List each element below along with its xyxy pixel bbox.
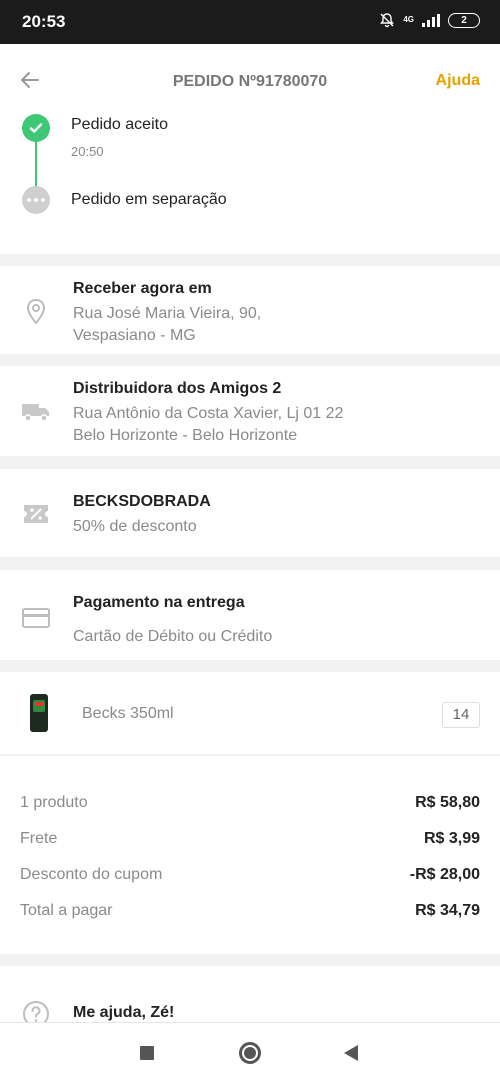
payment-title: Pagamento na entrega (73, 594, 245, 611)
summary-row: Total a pagar R$ 34,79 (20, 902, 480, 920)
store-card[interactable]: Distribuidora dos Amigos 2 Rua Antônio d… (0, 366, 500, 456)
battery-icon: 2 (448, 12, 480, 28)
status-bar: 20:53 4G 2 (0, 0, 500, 44)
help-card[interactable]: Me ajuda, Zé! (0, 966, 500, 1027)
coupon-icon (20, 498, 52, 530)
recent-apps-icon[interactable] (140, 1046, 154, 1060)
summary-row: Frete R$ 3,99 (20, 830, 480, 848)
summary-row: Desconto do cupom -R$ 28,00 (20, 866, 480, 884)
check-icon (22, 114, 50, 142)
summary-label: 1 produto (20, 794, 88, 811)
coupon-description: 50% de desconto (73, 518, 197, 535)
signal-icon (422, 13, 440, 27)
delivery-address-line2: Vespasiano - MG (73, 327, 196, 344)
status-icons: 4G 2 (379, 12, 480, 28)
system-back-icon[interactable] (344, 1045, 358, 1061)
location-pin-icon (20, 296, 52, 328)
summary-value: R$ 3,99 (423, 830, 480, 847)
delivery-title: Receber agora em (73, 280, 212, 297)
more-dots-icon (22, 186, 50, 214)
summary-value: -R$ 28,00 (409, 866, 480, 883)
network-type: 4G (403, 15, 414, 24)
summary-row: 1 produto R$ 58,80 (20, 794, 480, 812)
help-button[interactable]: Ajuda (436, 72, 480, 90)
card-icon (20, 602, 52, 634)
coupon-code: BECKSDOBRADA (73, 493, 211, 510)
timeline-step-time: 20:50 (71, 144, 104, 159)
truck-icon (20, 396, 52, 428)
payment-method: Cartão de Débito ou Crédito (73, 628, 273, 645)
product-quantity: 14 (442, 702, 480, 728)
product-row[interactable]: Becks 350ml 14 (0, 672, 500, 754)
summary-label: Desconto do cupom (20, 866, 163, 883)
system-nav-bar (0, 1022, 500, 1082)
product-name: Becks 350ml (82, 705, 174, 722)
summary-label: Frete (20, 830, 58, 847)
battery-level: 2 (461, 14, 467, 26)
order-summary: 1 produto R$ 58,80 Frete R$ 3,99 Descont… (0, 756, 500, 954)
order-status-timeline: Pedido aceito 20:50 Pedido em separação (0, 114, 500, 254)
store-name: Distribuidora dos Amigos 2 (73, 380, 282, 397)
summary-value: R$ 58,80 (415, 794, 480, 811)
summary-value: R$ 34,79 (415, 902, 480, 919)
delivery-address-line1: Rua José Maria Vieira, 90, (73, 305, 262, 322)
bell-muted-icon (380, 13, 395, 28)
timeline-step-label: Pedido aceito (71, 116, 168, 133)
store-address-line1: Rua Antônio da Costa Xavier, Lj 01 22 (73, 405, 344, 422)
page-title: PEDIDO Nº91780070 (172, 73, 328, 90)
app-header: PEDIDO Nº91780070 Ajuda (0, 44, 500, 116)
summary-label: Total a pagar (20, 902, 113, 919)
help-title: Me ajuda, Zé! (73, 1004, 175, 1021)
delivery-address-card[interactable]: Receber agora em Rua José Maria Vieira, … (0, 266, 500, 354)
store-address-line2: Belo Horizonte - Belo Horizonte (73, 427, 298, 444)
coupon-card[interactable]: BECKSDOBRADA 50% de desconto (0, 469, 500, 557)
home-icon[interactable] (239, 1042, 261, 1064)
status-time: 20:53 (22, 12, 66, 31)
timeline-step-label: Pedido em separação (71, 191, 227, 208)
product-thumbnail (30, 694, 48, 732)
payment-card[interactable]: Pagamento na entrega Cartão de Débito ou… (0, 570, 500, 660)
